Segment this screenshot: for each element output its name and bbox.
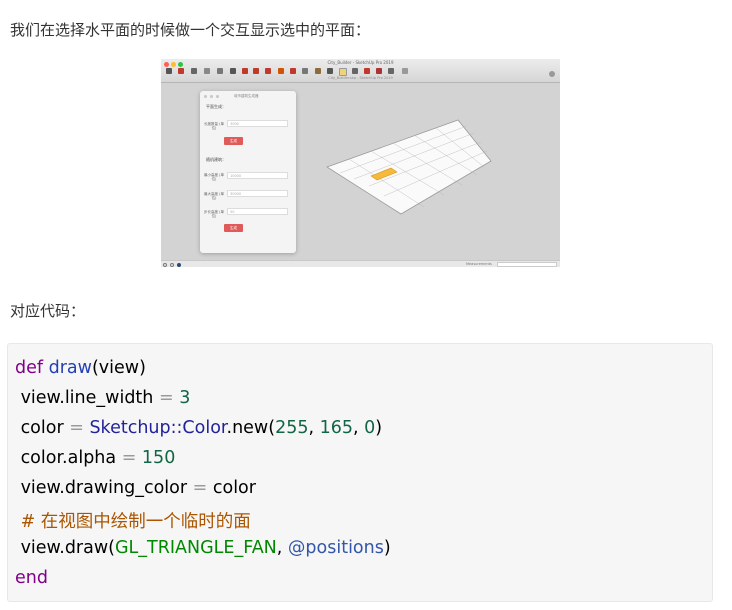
step-height-input[interactable]: 50 bbox=[227, 208, 288, 215]
number: 165 bbox=[319, 418, 354, 438]
operator: = bbox=[192, 478, 208, 498]
function-name: draw bbox=[48, 358, 92, 378]
info-icon bbox=[170, 263, 174, 267]
code-line-7: view.draw(GL_TRIANGLE_FAN, @positions) bbox=[15, 538, 391, 558]
class-name: Sketchup::Color bbox=[83, 418, 227, 438]
code-text: ) bbox=[383, 538, 391, 558]
intro-paragraph: 我们在选择水平面的时候做一个交互显示选中的平面： bbox=[10, 21, 371, 39]
section-plane: 平面生成： bbox=[206, 104, 226, 109]
code-text: color.alpha bbox=[15, 448, 122, 468]
status-bar: Measurements bbox=[161, 260, 560, 267]
field-label-min-height: 最小高度 (单位) bbox=[204, 173, 224, 181]
number: 150 bbox=[136, 448, 176, 468]
code-text: ) bbox=[375, 418, 383, 438]
keyword: end bbox=[15, 568, 48, 588]
code-text: color bbox=[15, 418, 70, 438]
constant: GL_TRIANGLE_FAN bbox=[114, 538, 277, 558]
number: 0 bbox=[364, 418, 376, 438]
comment: # 在视图中绘制一个临时的面 bbox=[15, 512, 251, 532]
measurements-input[interactable] bbox=[497, 262, 557, 267]
code-text: , bbox=[353, 418, 365, 438]
code-block: def draw(view) view.line_width = 3 color… bbox=[7, 343, 713, 602]
section-buildings: 随机建筑： bbox=[206, 157, 226, 162]
generate-buildings-button[interactable]: 生成 bbox=[224, 224, 243, 232]
keyword: def bbox=[15, 358, 44, 378]
code-text: view.drawing_color bbox=[15, 478, 193, 498]
generate-plane-button[interactable]: 生成 bbox=[224, 137, 243, 145]
operator: = bbox=[121, 448, 137, 468]
field-label-step: 步长高度 (单位) bbox=[204, 210, 224, 218]
code-line-6: # 在视图中绘制一个临时的面 bbox=[15, 508, 251, 533]
panel-title: 城市建筑生成器 bbox=[234, 94, 259, 98]
instance-variable: @positions bbox=[287, 538, 384, 558]
code-line-5: view.drawing_color = color bbox=[15, 478, 256, 498]
sketchup-screenshot: City_Builder - SketchUp Pro 2019 City_Bu… bbox=[161, 59, 560, 267]
number: 255 bbox=[275, 418, 309, 438]
length-input[interactable]: 3000 bbox=[227, 120, 288, 127]
code-line-4: color.alpha = 150 bbox=[15, 448, 176, 468]
field-label-length: 长度数量 (单位) bbox=[204, 122, 224, 130]
measurements-label: Measurements bbox=[466, 262, 492, 266]
code-line-8: end bbox=[15, 568, 48, 588]
code-line-2: view.line_width = 3 bbox=[15, 388, 191, 408]
geo-icon bbox=[163, 263, 167, 267]
code-text: , bbox=[308, 418, 320, 438]
code-line-1: def draw(view) bbox=[15, 358, 146, 378]
field-label-max-height: 最大高度 (单位) bbox=[204, 192, 224, 200]
code-text: view.draw( bbox=[15, 538, 115, 558]
operator: = bbox=[69, 418, 84, 438]
user-icon bbox=[177, 263, 181, 267]
code-text: view.line_width bbox=[15, 388, 159, 408]
code-text: , bbox=[276, 538, 288, 558]
max-height-input[interactable]: 30000 bbox=[227, 190, 288, 197]
operator: = bbox=[158, 388, 174, 408]
city-builder-panel: 城市建筑生成器 平面生成： 长度数量 (单位) 3000 生成 随机建筑： 最小… bbox=[200, 91, 296, 253]
code-text: .new( bbox=[226, 418, 276, 438]
number: 3 bbox=[173, 388, 191, 408]
panel-close-icon bbox=[204, 95, 207, 98]
code-text: color bbox=[207, 478, 256, 498]
min-height-input[interactable]: 10000 bbox=[227, 172, 288, 179]
panel-minimize-icon bbox=[210, 95, 213, 98]
code-line-3: color = Sketchup::Color.new(255, 165, 0) bbox=[15, 418, 383, 438]
code-label: 对应代码： bbox=[10, 302, 86, 320]
code-text: (view) bbox=[91, 358, 146, 378]
panel-maximize-icon bbox=[216, 95, 219, 98]
